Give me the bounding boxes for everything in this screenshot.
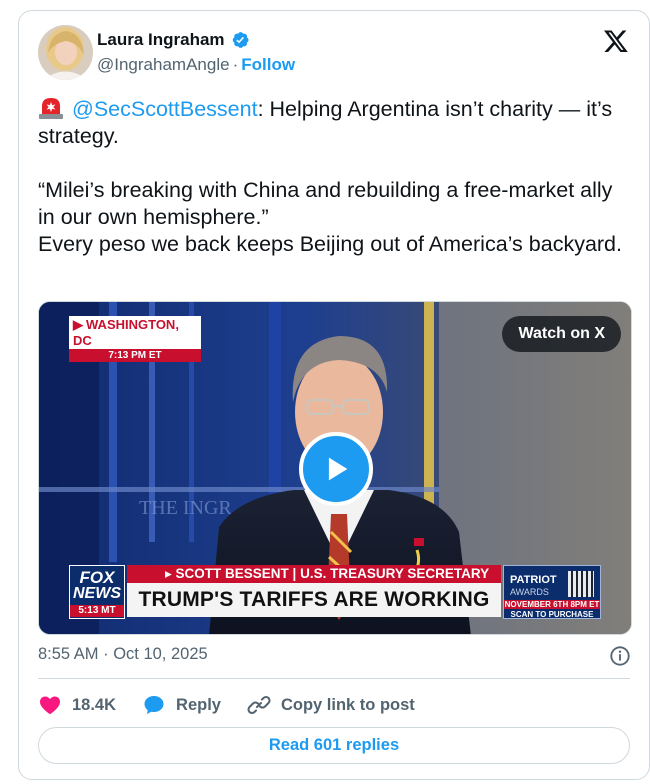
patriot-awards-promo: PATRIOT AWARDS NOVEMBER 6TH 8PM ET SCAN … — [503, 565, 601, 619]
read-replies-button[interactable]: Read 601 replies — [38, 727, 630, 764]
watch-on-x-button[interactable]: Watch on X — [502, 316, 621, 352]
mention-link[interactable]: @SecScottBessent — [72, 97, 258, 121]
like-button[interactable]: 18.4K — [38, 693, 116, 717]
heart-icon — [40, 696, 60, 715]
location-tag: ▶ WASHINGTON, DC 7:13 PM ET — [69, 316, 201, 362]
reply-button[interactable]: Reply — [142, 693, 221, 717]
separator: · — [232, 55, 239, 74]
link-icon — [247, 695, 271, 715]
timestamp[interactable]: 8:55 AM · Oct 10, 2025 — [38, 645, 208, 664]
promo-line1: PATRIOT — [510, 574, 557, 586]
video-player[interactable]: THE INGR ▶ WASHINGTON, DC 7:13 PM ET Watc… — [38, 301, 632, 635]
reply-label: Reply — [176, 695, 221, 714]
play-icon — [328, 457, 348, 481]
promo-cta: SCAN TO PURCHASE — [510, 610, 594, 619]
fox-logo-time: 5:13 MT — [70, 605, 124, 617]
tweet-line-3: Every peso we back keeps Beijing out of … — [38, 232, 622, 256]
info-icon[interactable] — [609, 645, 631, 667]
x-logo-icon[interactable] — [603, 28, 629, 54]
promo-line2: AWARDS — [510, 587, 549, 597]
tweet-line-1: @SecScottBessent: Helping Argentina isn’… — [38, 95, 633, 150]
lower-third-name: ▸ SCOTT BESSENT | U.S. TREASURY SECRETAR… — [127, 565, 501, 583]
tweet-card: Laura Ingraham @IngrahamAngle · Follow @Se… — [18, 10, 650, 780]
divider — [38, 678, 630, 679]
display-name[interactable]: Laura Ingraham — [97, 30, 225, 50]
action-bar: 18.4K Reply Copy link to post — [38, 691, 441, 719]
qr-code-icon — [568, 571, 594, 597]
lower-third: ▸ SCOTT BESSENT | U.S. TREASURY SECRETAR… — [127, 565, 501, 617]
play-arrow-icon: ▶ — [73, 317, 83, 332]
fox-logo-line1: FOX — [79, 568, 115, 587]
reply-bubble-icon — [144, 696, 164, 714]
backdrop-text: THE INGR — [139, 497, 232, 519]
tweet-quote: “Milei’s breaking with China and rebuild… — [38, 178, 613, 229]
copy-link-label: Copy link to post — [280, 695, 415, 714]
follow-button[interactable]: Follow — [241, 55, 295, 74]
fox-news-logo: FOX NEWS 5:13 MT — [69, 565, 125, 619]
fox-logo-line2: NEWS — [73, 585, 121, 602]
copy-link-button[interactable]: Copy link to post — [247, 693, 415, 717]
lower-third-headline: TRUMP'S TARIFFS ARE WORKING — [127, 583, 501, 617]
like-count: 18.4K — [72, 695, 117, 714]
tweet-text: @SecScottBessent: Helping Argentina isn’… — [38, 95, 633, 258]
location-text: WASHINGTON, DC — [73, 317, 179, 348]
promo-date: NOVEMBER 6TH 8PM ET — [504, 600, 600, 609]
author-name-row: Laura Ingraham — [97, 30, 250, 50]
handle-row: @IngrahamAngle · Follow — [97, 55, 295, 75]
play-button[interactable] — [299, 432, 373, 506]
avatar[interactable] — [38, 25, 93, 80]
handle[interactable]: @IngrahamAngle — [97, 55, 230, 74]
location-time: 7:13 PM ET — [69, 349, 201, 362]
rotating-light-icon — [38, 95, 64, 119]
verified-badge-icon — [230, 30, 250, 50]
